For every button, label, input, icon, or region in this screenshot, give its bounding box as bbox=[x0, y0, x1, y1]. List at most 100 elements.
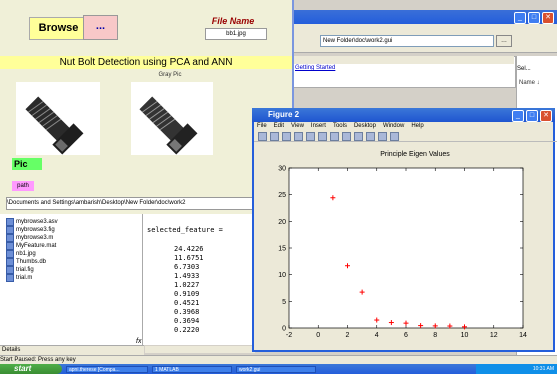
figure-menu-help[interactable]: Help bbox=[411, 122, 423, 131]
command-output-variable: selected_feature = bbox=[147, 226, 223, 234]
workspace-select-tab[interactable]: Sel... bbox=[517, 66, 531, 72]
rotate-icon[interactable] bbox=[354, 131, 363, 141]
figure-title: Figure 2 bbox=[268, 110, 300, 119]
y-tick-label: 25 bbox=[278, 192, 286, 199]
fx-icon: fx bbox=[136, 338, 142, 345]
figure-menubar: File Edit View Insert Tools Desktop Window Help bbox=[254, 122, 556, 131]
start-button[interactable]: start bbox=[0, 364, 62, 374]
command-output-value: 11.6751 bbox=[174, 254, 204, 262]
command-output-value: 0.9109 bbox=[174, 290, 200, 298]
x-tick-label: 10 bbox=[461, 332, 469, 339]
figure-menu-edit[interactable]: Edit bbox=[274, 122, 284, 131]
path-button[interactable]: path bbox=[12, 181, 34, 191]
figure-close-icon[interactable]: ✕ bbox=[540, 110, 552, 122]
original-image bbox=[16, 82, 100, 155]
close-icon[interactable]: ✕ bbox=[542, 12, 554, 24]
current-directory-field[interactable]: New Folder\doc\work2.gui bbox=[320, 35, 494, 47]
figure-menu-view[interactable]: View bbox=[291, 122, 304, 131]
browse-button[interactable]: ... bbox=[83, 15, 118, 40]
pan-icon[interactable] bbox=[342, 131, 351, 141]
x-tick-label: 14 bbox=[519, 332, 527, 339]
system-tray-clock[interactable]: 10:31 AM bbox=[476, 364, 557, 374]
command-output-value: 0.4521 bbox=[174, 299, 200, 307]
x-tick-label: 2 bbox=[346, 332, 350, 339]
file-name: mybrowse3.fig bbox=[16, 227, 55, 233]
file-item[interactable]: trial.m bbox=[6, 274, 32, 282]
browse-label: Browse bbox=[29, 17, 88, 40]
help-tab-bar bbox=[292, 56, 514, 64]
figure-menu-tools[interactable]: Tools bbox=[333, 122, 347, 131]
taskbar-item-matlab[interactable]: 1 MATLAB bbox=[152, 366, 232, 373]
y-tick-label: 15 bbox=[278, 246, 286, 253]
command-output-value: 24.4226 bbox=[174, 245, 204, 253]
file-name: Thumbs.db bbox=[16, 259, 47, 265]
zoom-in-icon[interactable] bbox=[318, 131, 327, 141]
gray-image bbox=[131, 82, 213, 155]
eigen-values-chart: 051015202530-2 0 2 4 6 8 10 12 14 bbox=[278, 166, 527, 340]
command-output-value: 0.2220 bbox=[174, 326, 200, 334]
command-output-value: 1.0227 bbox=[174, 281, 200, 289]
figure-menu-window[interactable]: Window bbox=[383, 122, 404, 131]
save-icon[interactable] bbox=[282, 131, 291, 141]
file-item[interactable]: mybrowse3.m bbox=[6, 234, 53, 242]
figure-menu-desktop[interactable]: Desktop bbox=[354, 122, 376, 131]
zoom-out-icon[interactable] bbox=[330, 131, 339, 141]
file-icon bbox=[6, 266, 14, 274]
x-tick-label: 12 bbox=[490, 332, 498, 339]
browse-folder-button[interactable]: … bbox=[496, 35, 512, 47]
figure-minimize-icon[interactable]: _ bbox=[512, 110, 524, 122]
figure-toolbar bbox=[254, 131, 557, 142]
matlab-titlebar: _ □ ✕ bbox=[292, 10, 557, 24]
command-scrollbar[interactable] bbox=[145, 346, 255, 353]
file-item[interactable]: Thumbs.db bbox=[6, 258, 46, 266]
new-figure-icon[interactable] bbox=[258, 131, 267, 141]
maximize-icon[interactable]: □ bbox=[528, 12, 540, 24]
file-name: nb1.jpg bbox=[16, 251, 36, 257]
minimize-icon[interactable]: _ bbox=[514, 12, 526, 24]
data-cursor-icon[interactable] bbox=[366, 131, 375, 141]
legend-icon[interactable] bbox=[390, 131, 399, 141]
name-column-header[interactable]: Name ↓ bbox=[519, 80, 540, 86]
x-tick-label: 4 bbox=[375, 332, 379, 339]
file-name: MyFeature.mat bbox=[16, 243, 57, 249]
file-icon bbox=[6, 274, 14, 282]
y-tick-label: 20 bbox=[278, 219, 286, 226]
y-tick-label: 10 bbox=[278, 272, 286, 279]
file-icon bbox=[6, 242, 14, 250]
full-path-field[interactable]: \Documents and Settings\ambarish\Desktop… bbox=[6, 197, 278, 210]
file-icon bbox=[6, 258, 14, 266]
plot-axes bbox=[288, 167, 524, 329]
app-title: Nut Bolt Detection using PCA and ANN bbox=[0, 56, 292, 69]
filename-field[interactable]: bb1.jpg bbox=[205, 28, 267, 40]
file-item[interactable]: MyFeature.mat bbox=[6, 242, 56, 250]
command-output-value: 0.3694 bbox=[174, 317, 200, 325]
print-icon[interactable] bbox=[294, 131, 303, 141]
filename-heading: File Name bbox=[211, 16, 255, 26]
getting-started-link[interactable]: Getting Started bbox=[295, 65, 335, 71]
figure-menu-file[interactable]: File bbox=[257, 122, 267, 131]
file-icon bbox=[6, 226, 14, 234]
x-tick-label: -2 bbox=[286, 332, 292, 339]
details-bar[interactable]: Details bbox=[0, 345, 144, 355]
x-tick-label: 6 bbox=[404, 332, 408, 339]
pointer-icon[interactable] bbox=[306, 131, 315, 141]
colorbar-icon[interactable] bbox=[378, 131, 387, 141]
figure-menu-insert[interactable]: Insert bbox=[311, 122, 326, 131]
file-icon bbox=[6, 218, 14, 226]
taskbar-item-browser[interactable]: apni.therese [Compa... bbox=[66, 366, 148, 373]
file-name: trial.m bbox=[16, 275, 33, 281]
file-item[interactable]: trial.fig bbox=[6, 266, 34, 274]
current-directory-panel: mybrowse3.asv mybrowse3.fig mybrowse3.m MyF… bbox=[0, 214, 143, 345]
y-tick-label: 5 bbox=[282, 299, 286, 306]
figure-maximize-icon[interactable]: □ bbox=[526, 110, 538, 122]
gray-pic-label: Gray Pic bbox=[158, 72, 182, 78]
file-item[interactable]: mybrowse3.fig bbox=[6, 226, 55, 234]
taskbar-item-work2[interactable]: work2.gui bbox=[236, 366, 316, 373]
open-icon[interactable] bbox=[270, 131, 279, 141]
y-tick-label: 30 bbox=[278, 166, 286, 173]
file-name: mybrowse3.m bbox=[16, 235, 54, 241]
file-item[interactable]: nb1.jpg bbox=[6, 250, 36, 258]
file-name: trial.fig bbox=[16, 267, 34, 273]
file-icon bbox=[6, 250, 14, 258]
file-item[interactable]: mybrowse3.asv bbox=[6, 218, 58, 226]
